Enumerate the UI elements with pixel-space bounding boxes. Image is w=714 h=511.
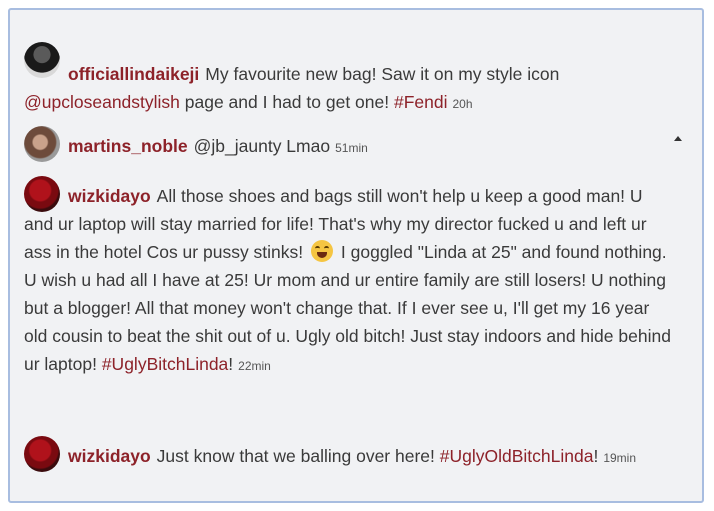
avatar[interactable] xyxy=(24,176,60,212)
comment-timestamp: 22min xyxy=(238,359,271,373)
comments-panel: officiallindaikeji My favourite new bag! … xyxy=(8,8,704,503)
comment-text-segment: Just know that we balling over here! xyxy=(156,446,440,466)
username-link[interactable]: wizkidayo xyxy=(68,446,151,466)
comment-text-segment: page and I had to get one! xyxy=(179,92,394,112)
avatar[interactable] xyxy=(24,42,60,78)
comment-text: @jb_jaunty Lmao xyxy=(194,136,330,156)
comment-text-segment: ! xyxy=(593,446,599,466)
hashtag-link[interactable]: #UglyBitchLinda xyxy=(102,354,228,374)
hashtag-link[interactable]: #Fendi xyxy=(394,92,448,112)
comment-text-segment: ! xyxy=(228,354,234,374)
comment-timestamp: 19min xyxy=(603,451,637,465)
joy-emoji-icon xyxy=(311,240,334,262)
comment-timestamp: 51min xyxy=(335,141,368,155)
scroll-up-arrow-icon[interactable] xyxy=(674,136,682,141)
comment-item: officiallindaikeji My favourite new bag! … xyxy=(24,42,674,118)
username-link[interactable]: martins_noble xyxy=(68,136,188,156)
comment-text-segment: @jb_jaunty Lmao xyxy=(193,136,331,156)
mention-link[interactable]: @upcloseandstylish xyxy=(24,92,180,112)
avatar[interactable] xyxy=(24,126,60,162)
comment-text: All those shoes and bags still won't hel… xyxy=(24,186,671,374)
comment-item: wizkidayo Just know that we balling over … xyxy=(24,436,674,472)
comment-item: martins_noble @jb_jaunty Lmao 51min xyxy=(24,126,674,162)
hashtag-link[interactable]: #UglyOldBitchLinda xyxy=(440,446,594,466)
username-link[interactable]: officiallindaikeji xyxy=(68,64,199,84)
avatar[interactable] xyxy=(24,436,60,472)
username-link[interactable]: wizkidayo xyxy=(68,186,151,206)
comment-text: Just know that we balling over here! #Ug… xyxy=(157,446,599,466)
comment-timestamp: 20h xyxy=(452,97,473,111)
comment-text-segment: My favourite new bag! Saw it on my style… xyxy=(205,64,560,84)
comment-item: wizkidayo All those shoes and bags still … xyxy=(24,176,674,380)
